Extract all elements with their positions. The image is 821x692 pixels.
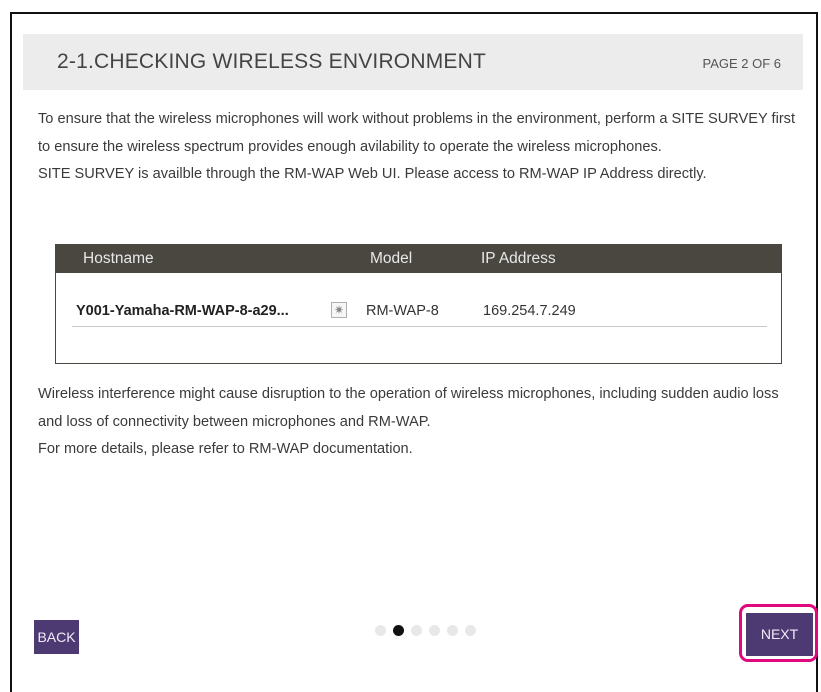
cell-model: RM-WAP-8 bbox=[366, 303, 439, 319]
cell-hostname: Y001-Yamaha-RM-WAP-8-a29... bbox=[76, 303, 289, 319]
intro-line-1: To ensure that the wireless microphones … bbox=[38, 111, 796, 155]
page-dot-4[interactable] bbox=[429, 625, 440, 636]
page-dot-5[interactable] bbox=[447, 625, 458, 636]
table-row[interactable]: Y001-Yamaha-RM-WAP-8-a29... ✷ RM-WAP-8 1… bbox=[72, 294, 767, 327]
page-dot-3[interactable] bbox=[411, 625, 422, 636]
page-dot-2[interactable] bbox=[393, 625, 404, 636]
column-header-model: Model bbox=[370, 250, 413, 267]
page-title: 2-1.CHECKING WIRELESS ENVIRONMENT bbox=[57, 50, 486, 73]
page-indicator: PAGE 2 OF 6 bbox=[702, 56, 781, 71]
warning-text: Wireless interference might cause disrup… bbox=[38, 381, 803, 464]
table-header: Hostname Model IP Address bbox=[56, 245, 781, 273]
page-dot-6[interactable] bbox=[465, 625, 476, 636]
back-button[interactable]: BACK bbox=[34, 620, 79, 654]
identify-icon[interactable]: ✷ bbox=[331, 302, 347, 318]
column-header-ip: IP Address bbox=[481, 250, 556, 267]
cell-ip-address: 169.254.7.249 bbox=[483, 303, 576, 319]
warning-line-1: Wireless interference might cause disrup… bbox=[38, 386, 779, 430]
intro-text: To ensure that the wireless microphones … bbox=[38, 106, 803, 189]
page-dot-1[interactable] bbox=[375, 625, 386, 636]
device-table: Hostname Model IP Address Y001-Yamaha-RM… bbox=[55, 244, 782, 364]
warning-line-2: For more details, please refer to RM-WAP… bbox=[38, 441, 413, 457]
next-button[interactable]: NEXT bbox=[746, 613, 813, 656]
page-header: 2-1.CHECKING WIRELESS ENVIRONMENT PAGE 2… bbox=[23, 34, 803, 90]
intro-line-2: SITE SURVEY is availble through the RM-W… bbox=[38, 166, 707, 182]
column-header-hostname: Hostname bbox=[83, 250, 154, 267]
